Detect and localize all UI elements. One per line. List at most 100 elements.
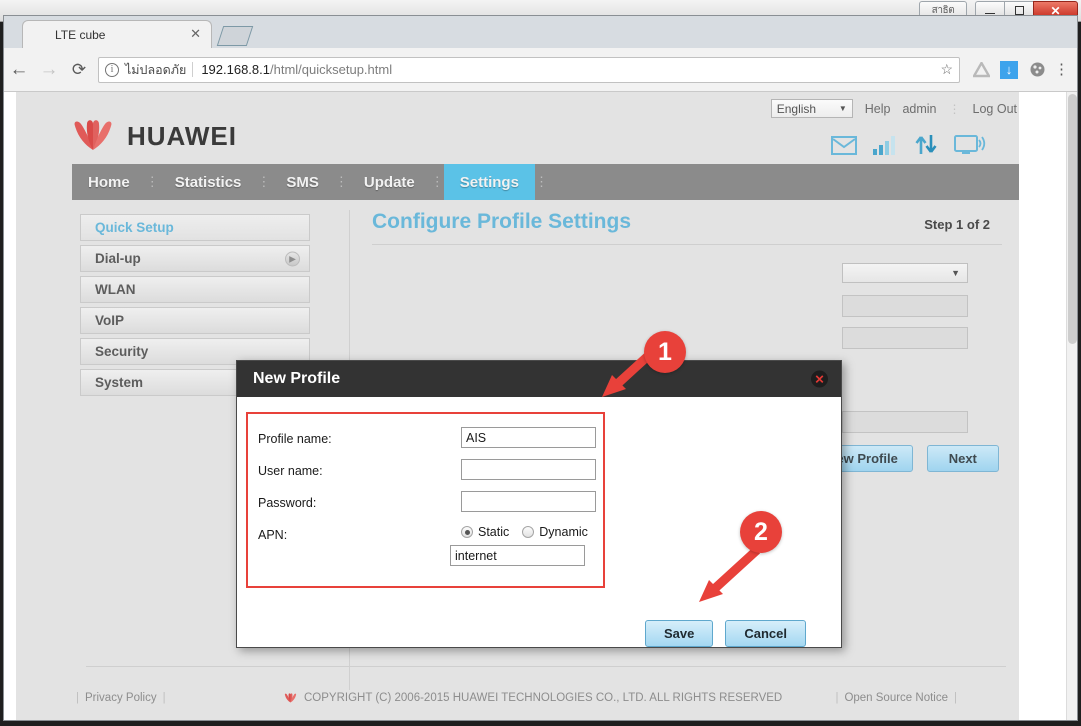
next-button[interactable]: Next <box>926 445 999 472</box>
sidebar-item-quick-setup[interactable]: Quick Setup <box>80 214 310 241</box>
minimize-icon <box>985 12 995 14</box>
user-name-field[interactable] <box>842 327 968 349</box>
radio-static-icon[interactable] <box>461 526 473 538</box>
reload-icon[interactable]: ⟳ <box>64 55 94 85</box>
tab-title: LTE cube <box>55 27 106 42</box>
sidebar-item-voip[interactable]: VoIP <box>80 307 310 334</box>
radio-dynamic-icon[interactable] <box>522 526 535 538</box>
password-input[interactable] <box>461 491 596 512</box>
header-separator: ⋮ <box>948 101 961 116</box>
footer-center: COPYRIGHT (C) 2006-2015 HUAWEI TECHNOLOG… <box>284 692 782 704</box>
profile-name-field[interactable] <box>842 295 968 317</box>
page-right-margin <box>1019 92 1066 720</box>
tab-close-icon[interactable]: ✕ <box>190 27 201 41</box>
huawei-router-page: English ▼ Help admin ⋮ Log Out HUAWEI Ho… <box>4 92 1066 720</box>
page-scrollbar[interactable] <box>1066 92 1077 720</box>
nav-separator: ⋮ <box>257 174 271 189</box>
language-value: English <box>776 101 817 116</box>
sidebar-item-label: Quick Setup <box>95 220 174 235</box>
annotation-arrow-2 <box>699 546 761 602</box>
step-indicator: Step 1 of 2 <box>924 217 990 232</box>
huawei-flower-icon-small <box>284 693 297 703</box>
nav-item-settings[interactable]: Settings <box>443 164 535 200</box>
radio-option-dynamic[interactable]: Dynamic <box>522 525 588 539</box>
nav-item-statistics[interactable]: Statistics <box>159 164 258 200</box>
profile-name-input[interactable]: AIS <box>461 427 596 448</box>
url-path: /html/quicksetup.html <box>270 62 393 77</box>
chevron-down-icon: ▼ <box>838 104 847 113</box>
data-transfer-icon[interactable] <box>915 134 938 155</box>
radio-option-static[interactable]: Static <box>461 525 509 539</box>
scrollbar-thumb[interactable] <box>1068 94 1077 344</box>
profile-name-label: Profile name: <box>258 432 332 446</box>
apn-value-input[interactable]: internet <box>450 545 585 566</box>
admin-user-label[interactable]: admin <box>902 102 936 116</box>
page-left-margin <box>4 92 16 720</box>
field-row-user-name: User name: <box>258 457 603 489</box>
bookmark-star-icon[interactable]: ☆ <box>940 61 953 78</box>
sidebar-item-label: Security <box>95 344 149 359</box>
nav-separator: ⋮ <box>534 174 548 189</box>
close-icon[interactable]: ✕ <box>811 370 828 388</box>
footer-pipe: | <box>835 692 839 704</box>
user-name-input[interactable] <box>461 459 596 480</box>
help-link[interactable]: Help <box>865 102 891 116</box>
browser-toolbar: ← → ⟳ i ไม่ปลอดภัย 192.168.8.1/html/quic… <box>4 48 1077 92</box>
site-info-icon[interactable]: i <box>105 62 119 77</box>
extension-icon[interactable] <box>1024 57 1050 83</box>
message-icon[interactable] <box>831 136 857 155</box>
form-row-field-2 <box>372 327 1002 359</box>
privacy-policy-link[interactable]: Privacy Policy <box>85 692 157 704</box>
url-host: 192.168.8.1 <box>201 62 270 77</box>
chevron-right-icon: ▶ <box>285 251 300 266</box>
forward-icon[interactable]: → <box>34 55 64 85</box>
browser-menu-icon[interactable]: ⋮ <box>1054 62 1069 77</box>
field-row-password: Password: <box>258 489 603 521</box>
footer-pipe: | <box>76 692 79 704</box>
language-select[interactable]: English ▼ <box>770 99 853 118</box>
apn-field[interactable] <box>842 411 968 433</box>
page-title: Configure Profile Settings <box>372 210 632 233</box>
copyright-text: COPYRIGHT (C) 2006-2015 HUAWEI TECHNOLOG… <box>304 692 783 704</box>
annotation-badge-1: 1 <box>644 331 686 373</box>
address-bar[interactable]: i ไม่ปลอดภัย 192.168.8.1/html/quicksetup… <box>98 56 960 83</box>
sidebar-item-label: Dial-up <box>95 251 141 266</box>
profile-select[interactable]: ▼ <box>842 263 968 283</box>
nav-separator: ⋮ <box>430 174 444 189</box>
drive-icon[interactable] <box>968 57 994 83</box>
nav-separator: ⋮ <box>334 174 348 189</box>
footer-left: | Privacy Policy | <box>76 692 166 704</box>
browser-tab[interactable]: LTE cube ✕ <box>22 20 212 48</box>
apn-mode-radio-group: Static Dynamic <box>461 525 588 539</box>
nav-separator: ⋮ <box>145 174 159 189</box>
signal-icon[interactable] <box>873 135 899 155</box>
cancel-button[interactable]: Cancel <box>725 620 807 647</box>
form-row-field-1 <box>372 295 1002 327</box>
chevron-down-icon: ▼ <box>951 268 960 278</box>
browser-tabstrip: LTE cube ✕ <box>4 16 1077 48</box>
maximize-icon <box>1014 6 1024 15</box>
nav-item-sms[interactable]: SMS <box>270 164 335 200</box>
new-tab-button[interactable] <box>216 26 254 46</box>
field-row-profile-name: Profile name: AIS <box>258 425 603 457</box>
connected-device-icon[interactable] <box>954 134 987 155</box>
nav-item-home[interactable]: Home <box>72 164 146 200</box>
brand-name: HUAWEI <box>127 120 237 151</box>
browser-window: LTE cube ✕ ← → ⟳ i ไม่ปลอดภัย 192.168.8.… <box>3 15 1078 721</box>
page-viewport: English ▼ Help admin ⋮ Log Out HUAWEI Ho… <box>4 92 1077 720</box>
nav-item-update[interactable]: Update <box>348 164 431 200</box>
back-icon[interactable]: ← <box>4 55 34 85</box>
save-button[interactable]: Save <box>645 620 714 647</box>
password-label: Password: <box>258 496 317 510</box>
download-icon[interactable]: ↓ <box>996 57 1022 83</box>
radio-dynamic-label: Dynamic <box>539 525 588 539</box>
logout-link[interactable]: Log Out <box>973 102 1017 116</box>
sidebar-item-label: WLAN <box>95 282 136 297</box>
sidebar-item-dial-up[interactable]: Dial-up ▶ <box>80 245 310 272</box>
annotation-badge-2: 2 <box>740 511 782 553</box>
sidebar-item-wlan[interactable]: WLAN <box>80 276 310 303</box>
footer-divider <box>86 666 1006 667</box>
user-name-label: User name: <box>258 464 323 478</box>
apn-label: APN: <box>258 528 288 542</box>
open-source-notice-link[interactable]: Open Source Notice <box>844 692 948 704</box>
